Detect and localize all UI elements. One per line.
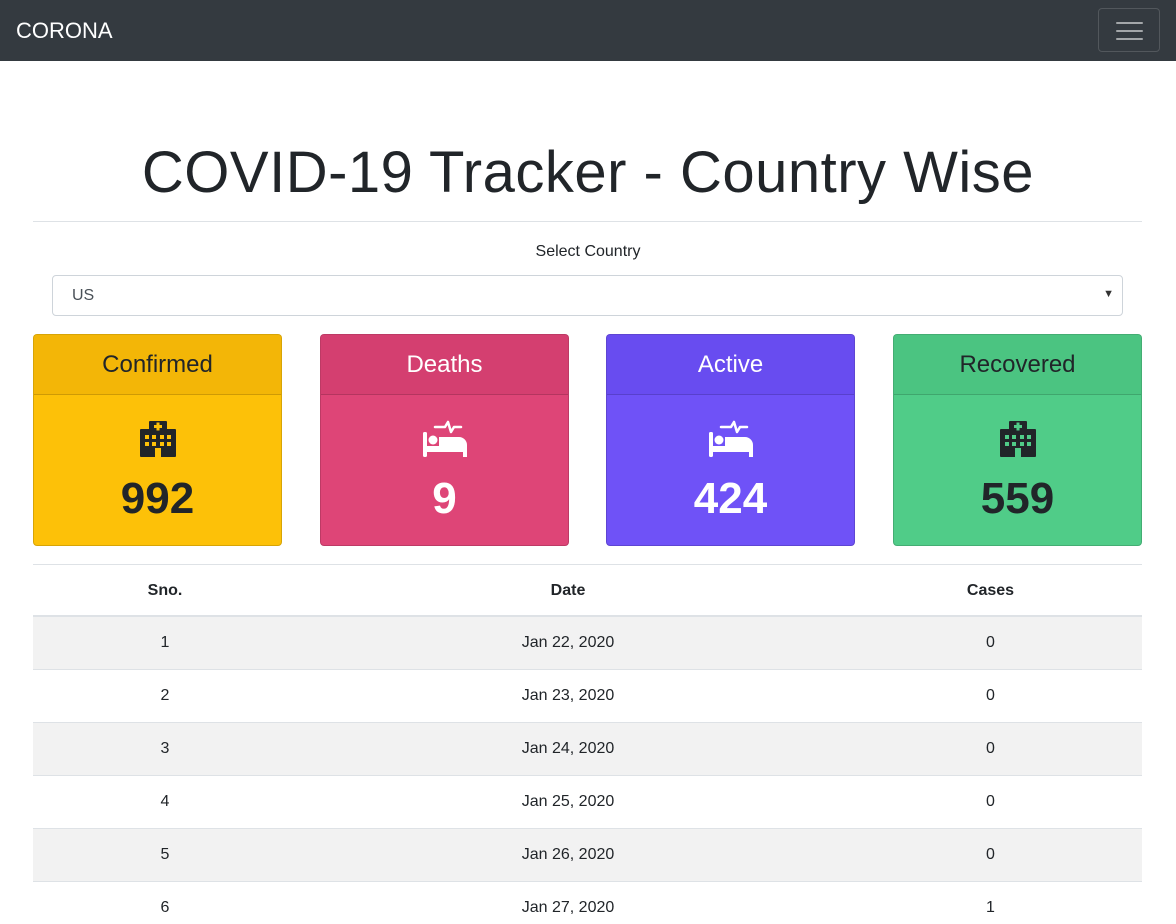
cell-date: Jan 27, 2020 [521,899,615,916]
stat-card-active: Active 424 [606,334,855,546]
stat-card-confirmed: Confirmed 992 [33,334,282,546]
cell-date: Jan 25, 2020 [521,793,615,810]
cell-cases: 0 [986,740,995,757]
procedures-bed-icon [607,419,854,459]
title-divider [33,221,1142,222]
stat-card-recovered: Recovered 559 [893,334,1142,546]
cell-date: Jan 22, 2020 [521,634,615,651]
table-row: 5 Jan 26, 2020 0 [33,829,1142,882]
hamburger-menu-icon-line [1116,30,1143,32]
cell-sno: 5 [160,846,170,863]
cell-date: Jan 23, 2020 [521,687,615,704]
table-row: 3 Jan 24, 2020 0 [33,723,1142,776]
table-row: 6 Jan 27, 2020 1 [33,882,1142,924]
cell-sno: 2 [160,687,170,704]
stat-card-value: 424 [693,474,768,523]
page-title: COVID-19 Tracker - Country Wise [141,140,1035,205]
stat-card-value: 9 [432,474,457,523]
table-row: 2 Jan 23, 2020 0 [33,670,1142,723]
top-navbar: CORONA [0,0,1176,61]
country-select-label: Select Country [535,243,641,260]
procedures-bed-icon [321,419,568,459]
cell-date: Jan 24, 2020 [521,740,615,757]
column-header-sno: Sno. [147,582,183,599]
hamburger-menu-icon [1116,22,1143,24]
country-select[interactable]: US ▼ [52,275,1123,316]
hospital-icon [894,419,1141,459]
stat-card-value: 559 [980,474,1055,523]
stat-card-deaths: Deaths 9 [320,334,569,546]
cell-date: Jan 26, 2020 [521,846,615,863]
hospital-icon [34,419,281,459]
brand-logo[interactable]: CORONA [16,17,113,45]
cell-cases: 0 [986,634,995,651]
cell-sno: 3 [160,740,170,757]
table-row: 1 Jan 22, 2020 0 [33,617,1142,670]
column-header-date: Date [550,582,586,599]
cell-sno: 4 [160,793,170,810]
stat-card-value: 992 [120,474,195,523]
table-header: Sno. Date Cases [33,564,1142,617]
cell-cases: 0 [986,687,995,704]
cell-cases: 0 [986,793,995,810]
cell-sno: 1 [160,634,170,651]
stat-card-title: Recovered [894,335,1141,395]
stat-card-title: Confirmed [34,335,281,395]
cell-cases: 1 [986,899,995,916]
column-header-cases: Cases [966,582,1015,599]
stat-card-title: Active [607,335,854,395]
stat-card-title: Deaths [321,335,568,395]
navbar-toggler-button[interactable] [1098,8,1160,52]
chevron-down-icon: ▼ [1103,288,1114,300]
cell-cases: 0 [986,846,995,863]
country-select-value: US [72,287,95,304]
table-row: 4 Jan 25, 2020 0 [33,776,1142,829]
hamburger-menu-icon-line [1116,38,1143,40]
cell-sno: 6 [160,899,170,916]
